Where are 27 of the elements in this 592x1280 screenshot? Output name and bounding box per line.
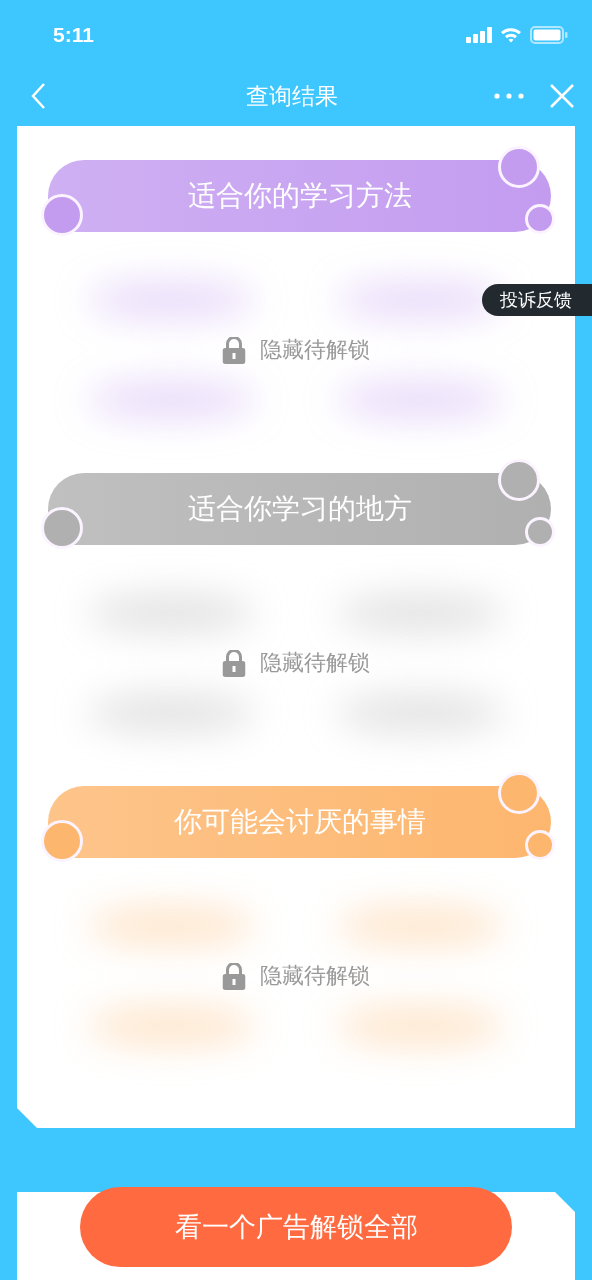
more-button[interactable]: [494, 93, 524, 99]
circle-decoration: [498, 459, 540, 501]
feedback-tab[interactable]: 投诉反馈: [482, 284, 592, 316]
status-time: 5:11: [53, 23, 94, 47]
locked-label: 隐藏待解锁: [259, 649, 370, 677]
section-banner: 你可能会讨厌的事情: [48, 786, 551, 858]
circle-decoration: [41, 820, 83, 862]
wifi-icon: [500, 27, 522, 43]
circle-decoration: [498, 146, 540, 188]
lock-icon: [222, 649, 246, 677]
lock-icon: [222, 962, 246, 990]
battery-icon: [530, 26, 568, 44]
page-title: 查询结果: [246, 81, 338, 111]
section-banner: 适合你学习的地方: [48, 473, 551, 545]
lock-icon: [222, 336, 246, 364]
signal-icon: [466, 27, 492, 43]
circle-decoration: [41, 194, 83, 236]
circle-decoration: [498, 772, 540, 814]
section-banner: 适合你的学习方法: [48, 160, 551, 232]
circle-decoration: [525, 830, 555, 860]
close-button[interactable]: [550, 84, 574, 108]
circle-decoration: [525, 204, 555, 234]
circle-decoration: [41, 507, 83, 549]
locked-label: 隐藏待解锁: [259, 336, 370, 364]
locked-label: 隐藏待解锁: [259, 962, 370, 990]
back-button[interactable]: [30, 82, 46, 110]
circle-decoration: [525, 517, 555, 547]
